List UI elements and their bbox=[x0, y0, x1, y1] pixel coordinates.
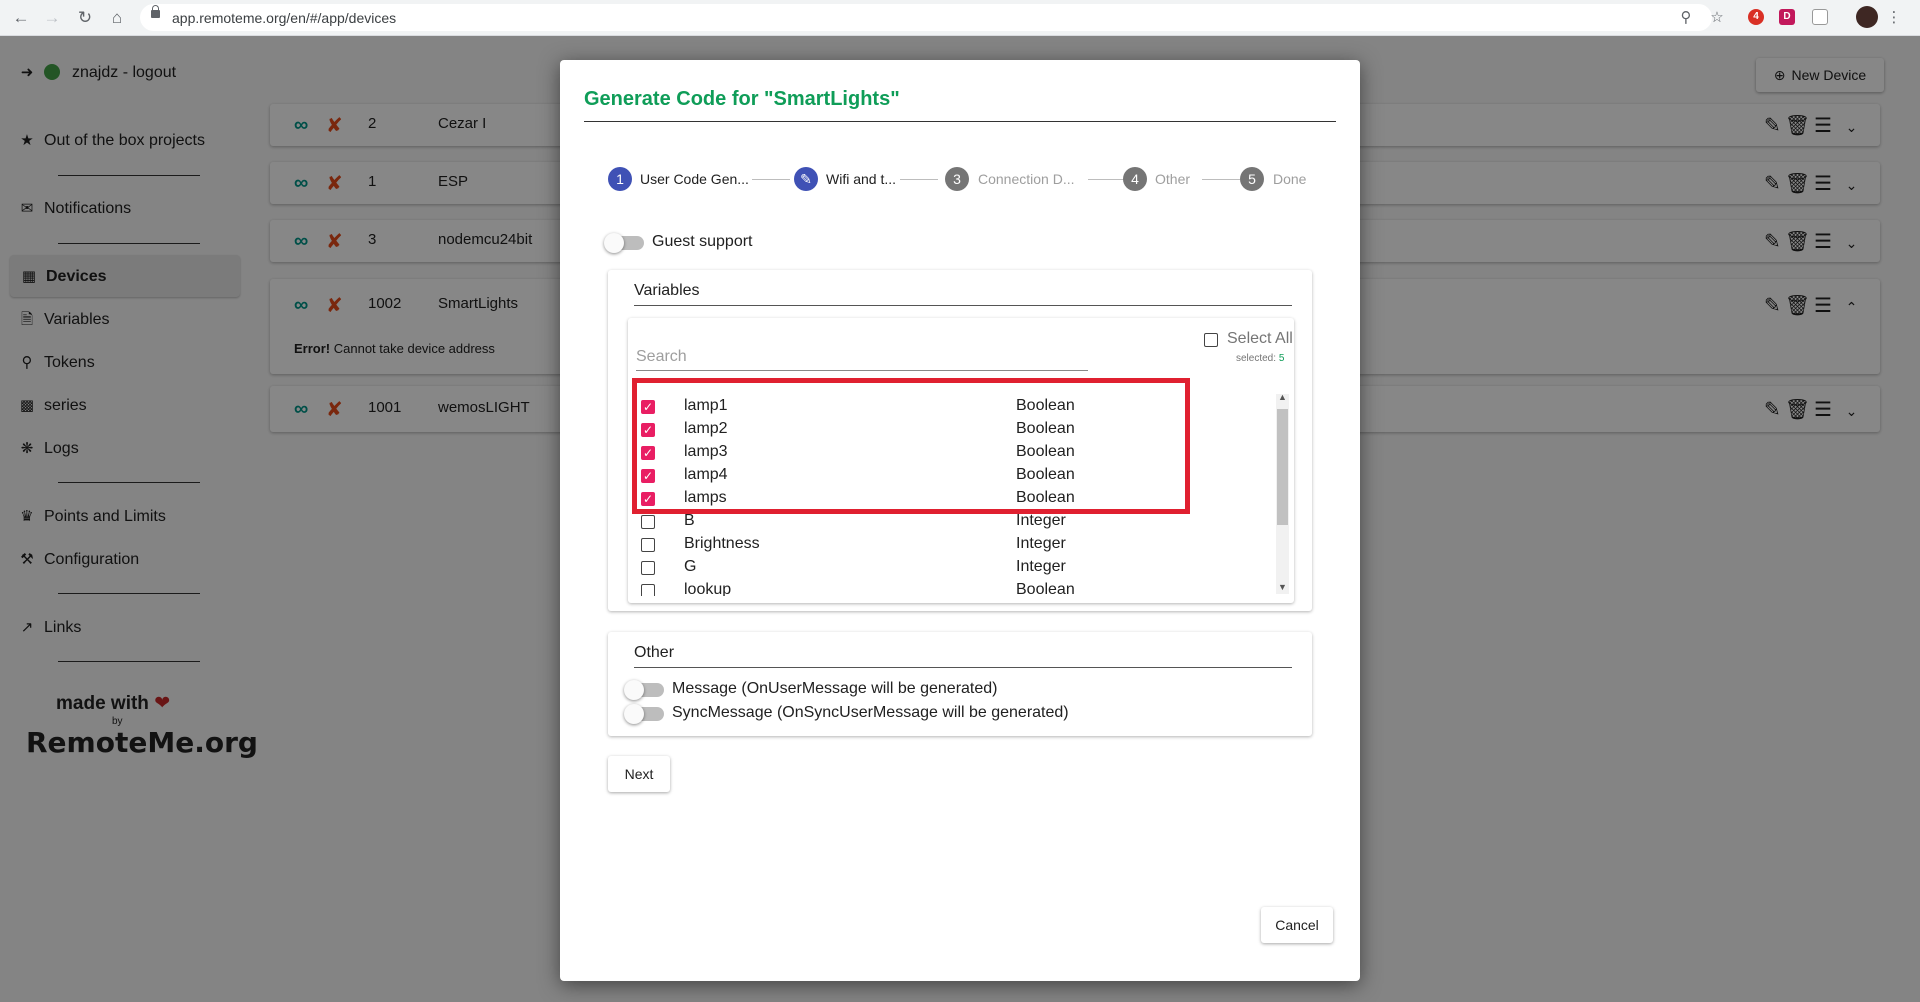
step-1-circle[interactable]: 1 bbox=[608, 167, 632, 191]
cancel-button[interactable]: Cancel bbox=[1261, 907, 1333, 943]
menu-dots-icon[interactable]: ⋮ bbox=[1884, 8, 1904, 28]
step-4-circle[interactable]: 4 bbox=[1123, 167, 1147, 191]
next-button[interactable]: Next bbox=[608, 756, 670, 792]
extension-cast-icon[interactable] bbox=[1812, 9, 1828, 25]
select-all-label[interactable]: Select All bbox=[1227, 330, 1293, 348]
variable-name: B bbox=[684, 512, 695, 529]
step-2-label[interactable]: Wifi and t... bbox=[826, 171, 896, 187]
step-4-label[interactable]: Other bbox=[1155, 171, 1190, 187]
variable-checkbox[interactable] bbox=[641, 538, 655, 552]
variable-name: Brightness bbox=[684, 535, 760, 552]
message-option-label: Message (OnUserMessage will be generated… bbox=[672, 680, 998, 697]
scroll-down-icon[interactable]: ▼ bbox=[1278, 582, 1287, 592]
toggle-knob[interactable] bbox=[604, 233, 624, 253]
step-separator bbox=[752, 179, 790, 180]
step-separator bbox=[1202, 179, 1240, 180]
dialog-title: Generate Code for "SmartLights" bbox=[584, 88, 900, 110]
title-divider bbox=[584, 121, 1336, 122]
other-title-divider bbox=[634, 667, 1292, 668]
selected-value: 5 bbox=[1278, 353, 1285, 364]
extension-d-icon[interactable]: D bbox=[1779, 9, 1795, 25]
guest-support-label: Guest support bbox=[652, 233, 753, 250]
step-3-label[interactable]: Connection D... bbox=[978, 171, 1075, 187]
other-title: Other bbox=[634, 644, 675, 661]
variables-title: Variables bbox=[634, 282, 700, 299]
other-panel: Other Message (OnUserMessage will be gen… bbox=[608, 632, 1312, 736]
select-all-checkbox[interactable] bbox=[1204, 333, 1218, 347]
toggle-knob[interactable] bbox=[624, 704, 644, 724]
selected-count: selected: 5 bbox=[1236, 353, 1284, 364]
reload-icon[interactable]: ↻ bbox=[74, 7, 96, 29]
scroll-up-icon[interactable]: ▲ bbox=[1278, 392, 1287, 402]
variables-title-divider bbox=[634, 305, 1292, 306]
selected-label: selected: bbox=[1236, 353, 1277, 364]
profile-avatar[interactable] bbox=[1856, 6, 1878, 28]
forward-arrow-icon[interactable]: → bbox=[41, 7, 63, 29]
step-1-label[interactable]: User Code Gen... bbox=[640, 171, 749, 187]
home-icon[interactable]: ⌂ bbox=[106, 7, 128, 29]
variable-type: Integer bbox=[1016, 558, 1066, 575]
back-arrow-icon[interactable]: ← bbox=[10, 7, 32, 29]
step-5-circle[interactable]: 5 bbox=[1240, 167, 1264, 191]
variable-name: G bbox=[684, 558, 697, 575]
toggle-knob[interactable] bbox=[624, 680, 644, 700]
variable-checkbox[interactable] bbox=[641, 515, 655, 529]
variable-name: lookup bbox=[684, 581, 732, 596]
extension-badge-icon[interactable]: 4 bbox=[1748, 9, 1764, 25]
variable-checkbox[interactable] bbox=[641, 584, 655, 596]
step-3-circle[interactable]: 3 bbox=[945, 167, 969, 191]
step-5-label[interactable]: Done bbox=[1273, 171, 1306, 187]
variable-type: Integer bbox=[1016, 512, 1066, 529]
variable-type: Integer bbox=[1016, 535, 1066, 552]
step-separator bbox=[900, 179, 938, 180]
bookmark-star-icon[interactable]: ☆ bbox=[1707, 8, 1727, 28]
selection-highlight-box bbox=[632, 378, 1190, 514]
lock-icon bbox=[151, 5, 160, 18]
search-input[interactable]: Search bbox=[636, 348, 687, 366]
step-2-edit-icon[interactable]: ✎ bbox=[794, 167, 818, 191]
search-underline bbox=[636, 370, 1088, 371]
step-separator bbox=[1088, 179, 1126, 180]
scrollbar-thumb[interactable] bbox=[1277, 409, 1288, 525]
key-icon[interactable]: ⚲ bbox=[1676, 8, 1696, 28]
sync-message-option-label: SyncMessage (OnSyncUserMessage will be g… bbox=[672, 704, 1069, 721]
variable-type: Boolean bbox=[1016, 581, 1075, 596]
url-text[interactable]: app.remoteme.org/en/#/app/devices bbox=[172, 10, 396, 26]
generate-code-dialog: Generate Code for "SmartLights" 1 User C… bbox=[560, 60, 1360, 981]
variable-checkbox[interactable] bbox=[641, 561, 655, 575]
